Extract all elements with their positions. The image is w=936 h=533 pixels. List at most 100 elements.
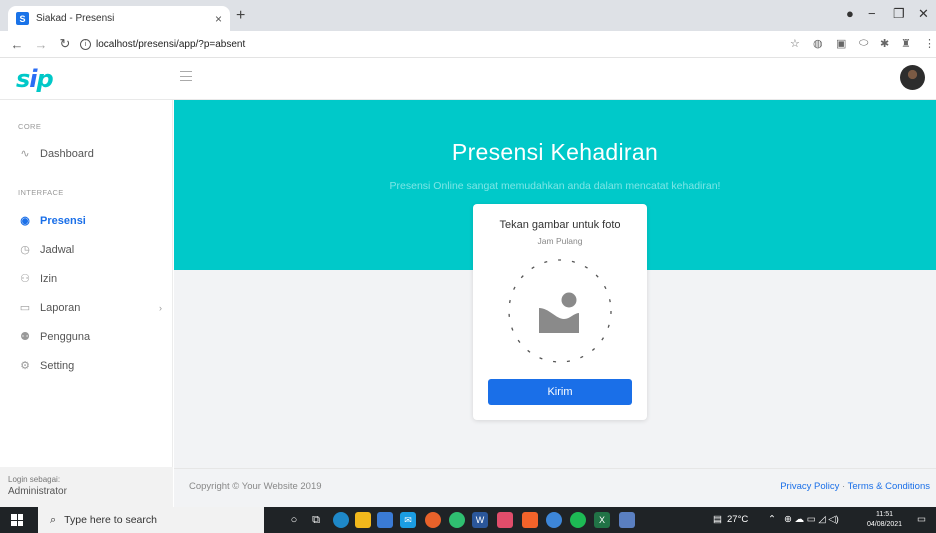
search-placeholder: Type here to search: [64, 514, 157, 526]
taskbar-search-input[interactable]: ⌕ Type here to search: [38, 507, 264, 533]
sidebar: CORE ∿ Dashboard INTERFACE ◉ Presensi ◷ …: [0, 100, 173, 507]
sidebar-item-label: Jadwal: [40, 243, 75, 256]
users-icon: ⚉: [20, 331, 30, 343]
gear-icon: ⚙: [20, 360, 30, 372]
sidebar-item-label: Izin: [40, 272, 58, 285]
logo-p: p: [36, 65, 54, 93]
weather-text[interactable]: 27°C: [727, 514, 748, 525]
site-info-icon[interactable]: i: [80, 38, 91, 50]
user-plus-icon: ⚇: [20, 273, 30, 285]
browser-tab-bar: S Siakad - Presensi × + ● − ❐ ✕: [0, 0, 936, 31]
clock-icon: ◷: [20, 244, 30, 256]
login-user: Administrator: [8, 486, 67, 497]
sidebar-item-label: Laporan: [40, 301, 81, 314]
tab-close-icon[interactable]: ×: [215, 12, 222, 26]
page-title: Presensi Kehadiran: [451, 139, 659, 165]
clock-time: 11:51: [876, 511, 894, 518]
sidebar-toggle-icon[interactable]: [180, 71, 192, 81]
card-title: Tekan gambar untuk foto: [499, 219, 621, 231]
sidebar-item-dashboard[interactable]: ∿ Dashboard: [18, 147, 168, 161]
extension-o-icon[interactable]: ⬭: [859, 37, 868, 50]
sidebar-heading-core: CORE: [18, 122, 42, 131]
user-avatar[interactable]: [900, 65, 925, 90]
extension-globe-icon[interactable]: ◍: [813, 37, 823, 50]
extension-cast-icon[interactable]: ▣: [836, 37, 846, 50]
login-label: Login sebagai:: [8, 475, 61, 484]
sidebar-item-label: Dashboard: [40, 147, 94, 160]
dashed-ring: [508, 259, 612, 363]
url-field[interactable]: i localhost/presensi/app/?p=absent: [80, 38, 246, 50]
xampp-icon[interactable]: [522, 512, 538, 528]
minimize-icon[interactable]: −: [868, 6, 876, 21]
sidebar-item-label: Presensi: [40, 214, 86, 227]
taskbar-clock[interactable]: 11:51 04/08/2021: [867, 510, 902, 530]
sidebar-item-setting[interactable]: ⚙ Setting: [18, 359, 168, 373]
store-icon[interactable]: [377, 512, 393, 528]
sidebar-footer: Login sebagai: Administrator: [0, 467, 173, 507]
tray-icons[interactable]: ⊕ ☁ ▭ ◿ ◁): [784, 514, 839, 525]
browser-tab[interactable]: S Siakad - Presensi ×: [8, 6, 230, 31]
clipboard-icon: ▭: [19, 302, 31, 314]
fingerprint-icon: ◉: [20, 215, 30, 227]
sidebar-item-label: Pengguna: [40, 330, 91, 343]
clock-date: 04/08/2021: [867, 521, 903, 528]
page-subtitle: Presensi Online sangat memudahkan anda d…: [389, 180, 721, 192]
reload-icon[interactable]: ↻: [58, 36, 72, 52]
footer-separator: ·: [841, 481, 846, 492]
take-photo-target[interactable]: [504, 251, 617, 369]
attendance-card: Tekan gambar untuk foto Jam Pulang Kirim: [473, 204, 647, 420]
app-logo[interactable]: sip: [16, 65, 54, 93]
app-green-icon[interactable]: [449, 512, 465, 528]
excel-icon[interactable]: X: [594, 512, 610, 528]
site-favicon-icon: S: [16, 12, 29, 25]
sidebar-item-pengguna[interactable]: ⚉ Pengguna: [18, 330, 168, 344]
edge-icon[interactable]: [333, 512, 349, 528]
bookmark-star-icon[interactable]: ☆: [790, 37, 800, 50]
weather-icon[interactable]: ▤: [713, 514, 722, 525]
new-tab-button[interactable]: +: [236, 7, 245, 25]
footer-links: Privacy Policy · Terms & Conditions: [780, 481, 930, 492]
window-close-icon[interactable]: ✕: [918, 6, 929, 22]
browser-menu-icon[interactable]: ⋮: [924, 37, 935, 50]
sidebar-item-izin[interactable]: ⚇ Izin: [18, 272, 168, 286]
sidebar-item-presensi[interactable]: ◉ Presensi: [18, 214, 168, 228]
cortana-icon[interactable]: ○: [286, 512, 302, 528]
search-icon: ⌕: [50, 513, 57, 526]
notification-icon[interactable]: ▭: [917, 514, 926, 525]
figma-icon[interactable]: [497, 512, 513, 528]
back-icon[interactable]: ←: [10, 37, 24, 52]
address-bar: ← → ↻ i localhost/presensi/app/?p=absent…: [0, 31, 936, 58]
activity-icon: ∿: [20, 148, 30, 160]
extension-figure-icon[interactable]: ♜: [901, 37, 911, 50]
forward-icon[interactable]: →: [34, 37, 48, 52]
app-blue-icon[interactable]: [546, 512, 562, 528]
file-explorer-icon[interactable]: [355, 512, 371, 528]
profile-icon[interactable]: ●: [846, 6, 854, 21]
extensions-puzzle-icon[interactable]: ✱: [880, 37, 889, 50]
submit-button[interactable]: Kirim: [488, 379, 632, 405]
tab-title: Siakad - Presensi: [36, 13, 115, 24]
privacy-policy-link[interactable]: Privacy Policy: [780, 481, 839, 492]
terms-link[interactable]: Terms & Conditions: [848, 481, 930, 492]
chrome-icon[interactable]: [425, 512, 441, 528]
copyright-text: Copyright © Your Website 2019: [189, 481, 322, 492]
image-placeholder-icon: [539, 292, 579, 333]
tray-chevron-up-icon[interactable]: ⌃: [768, 514, 776, 525]
sidebar-item-jadwal[interactable]: ◷ Jadwal: [18, 243, 168, 257]
chevron-right-icon: ›: [159, 302, 162, 313]
app-header: sip: [0, 58, 936, 100]
mail-icon[interactable]: ✉: [400, 512, 416, 528]
logo-s: s: [16, 65, 30, 93]
windows-start-icon[interactable]: [11, 514, 23, 526]
url-text: localhost/presensi/app/?p=absent: [96, 38, 246, 50]
card-subtitle: Jam Pulang: [537, 236, 583, 246]
sidebar-heading-interface: INTERFACE: [18, 188, 64, 197]
spotify-icon[interactable]: [570, 512, 586, 528]
word-icon[interactable]: W: [472, 512, 488, 528]
app-paint-icon[interactable]: [619, 512, 635, 528]
page-footer: Copyright © Your Website 2019 Privacy Po…: [174, 468, 936, 507]
restore-icon[interactable]: ❐: [893, 6, 905, 22]
os-taskbar: ⌕ Type here to search ○ ⧉ ✉ W X ▤ 27°C ⌃…: [0, 507, 936, 533]
task-view-icon[interactable]: ⧉: [308, 512, 324, 528]
sidebar-item-laporan[interactable]: ▭ Laporan ›: [18, 301, 168, 315]
